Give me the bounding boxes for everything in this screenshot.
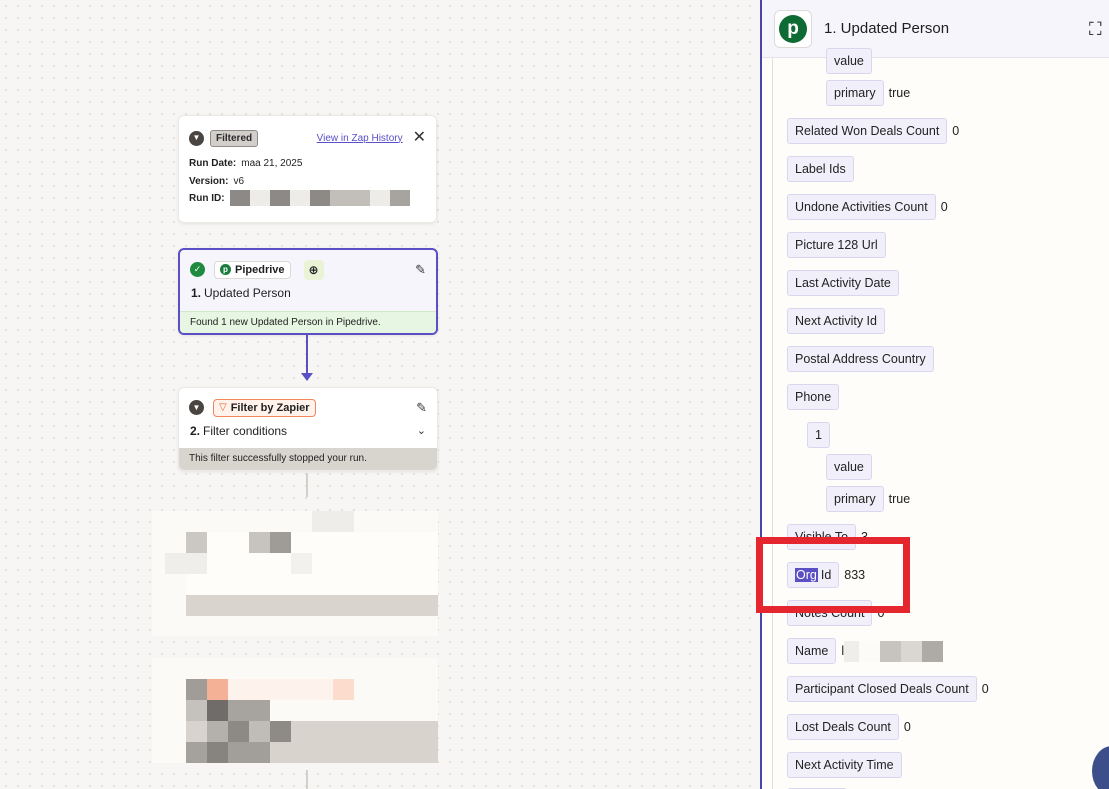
text-selection-highlight: Org [795, 568, 818, 582]
step-card-filter[interactable]: ▼ ▽ Filter by Zapier ✎ 2. Filter conditio… [178, 387, 438, 471]
field-key[interactable]: Participant Closed Deals Count [787, 676, 977, 702]
redacted-name [844, 640, 944, 662]
panel-header: p 1. Updated Person ⛶ [762, 0, 1109, 58]
panel-title: 1. Updated Person [824, 20, 950, 37]
edit-icon[interactable]: ✎ [416, 400, 427, 416]
step-name: Updated Person [204, 286, 291, 300]
run-date-label: Run Date: [189, 158, 237, 169]
chevron-down-icon[interactable]: ⌄ [417, 424, 426, 438]
field-key[interactable]: Picture 128 Url [787, 232, 886, 258]
app-name: Filter by Zapier [230, 401, 310, 414]
app-name: Pipedrive [235, 263, 285, 276]
connector-line [306, 335, 308, 377]
filter-icon: ▼ [189, 400, 204, 415]
field-key[interactable]: Visible To [787, 524, 857, 550]
run-date-value: maa 21, 2025 [241, 158, 303, 169]
step-number: 2. [190, 424, 201, 438]
field-key[interactable]: Next Activity Id [787, 308, 885, 334]
edit-icon[interactable]: ✎ [415, 262, 426, 278]
zap-canvas: ▼ Filtered View in Zap History ✕ Run Dat… [0, 0, 760, 789]
run-id-redacted [229, 190, 410, 206]
connector-line [306, 770, 308, 789]
field-key[interactable]: Related Won Deals Count [787, 118, 948, 144]
field-value: 833 [844, 568, 866, 582]
step-status: Found 1 new Updated Person in Pipedrive. [180, 311, 436, 333]
step-title: 1. Updated Person [180, 280, 436, 306]
app-badge-pipedrive: p Pipedrive [214, 260, 291, 279]
step-card-pipedrive[interactable]: ✓ p Pipedrive ⊕ ✎ 1. Updated Person Found… [178, 248, 438, 335]
field-key-rest: Id [820, 568, 832, 582]
view-zap-history-link[interactable]: View in Zap History [317, 133, 403, 144]
field-value: 3 [861, 530, 868, 544]
status-badge: Filtered [210, 129, 259, 147]
field-value: true [888, 86, 911, 100]
tree-guide-line [772, 58, 773, 789]
field-value: 0 [877, 606, 885, 620]
pipedrive-logo-letter: p [779, 14, 807, 43]
run-history-card: ▼ Filtered View in Zap History ✕ Run Dat… [178, 115, 437, 223]
field-value: 0 [952, 124, 960, 138]
field-key[interactable]: Lost Deals Count [787, 714, 899, 740]
field-value: true [888, 492, 911, 506]
connector-arrow-icon [301, 373, 313, 381]
field-key[interactable]: Notes Count [787, 600, 873, 626]
pipedrive-logo-icon: p [774, 9, 812, 48]
field-value: 0 [903, 720, 911, 734]
field-key[interactable]: Postal Address Country [787, 346, 934, 372]
step-status: This filter successfully stopped your ru… [179, 448, 437, 470]
version-label: Version: [189, 176, 229, 187]
field-key-org-id[interactable]: Org Id [787, 562, 840, 588]
expand-icon[interactable]: ⛶ [1089, 19, 1102, 40]
filter-icon: ▼ [189, 130, 204, 146]
step-title[interactable]: 2. Filter conditions ⌄ [179, 418, 437, 444]
field-key[interactable]: 1 [807, 422, 830, 448]
field-value: 0 [981, 682, 989, 696]
field-key[interactable]: value [826, 48, 872, 74]
add-step-button[interactable]: ⊕ [303, 259, 324, 280]
pipedrive-icon: p [220, 264, 231, 275]
field-key[interactable]: Next Activity Time [787, 752, 902, 778]
step-name: Filter conditions [203, 424, 288, 438]
field-value: 0 [940, 200, 948, 214]
field-key[interactable]: Name [787, 638, 837, 664]
version-value: v6 [233, 176, 245, 187]
check-icon: ✓ [190, 262, 205, 277]
field-key[interactable]: Last Activity Date [787, 270, 899, 296]
field-key[interactable]: Label Ids [787, 156, 854, 182]
field-key[interactable]: Undone Activities Count [787, 194, 936, 220]
field-key[interactable]: Phone [787, 384, 840, 410]
connector-line [306, 473, 308, 497]
run-id-label: Run ID: [189, 192, 225, 204]
close-icon[interactable]: ✕ [413, 130, 426, 146]
funnel-icon: ▽ [219, 402, 227, 413]
field-key[interactable]: value [826, 454, 872, 480]
app-badge-filter: ▽ Filter by Zapier [213, 398, 316, 417]
field-key[interactable]: primary [826, 80, 884, 106]
field-key[interactable]: primary [826, 486, 884, 512]
step-number: 1. [191, 286, 202, 300]
